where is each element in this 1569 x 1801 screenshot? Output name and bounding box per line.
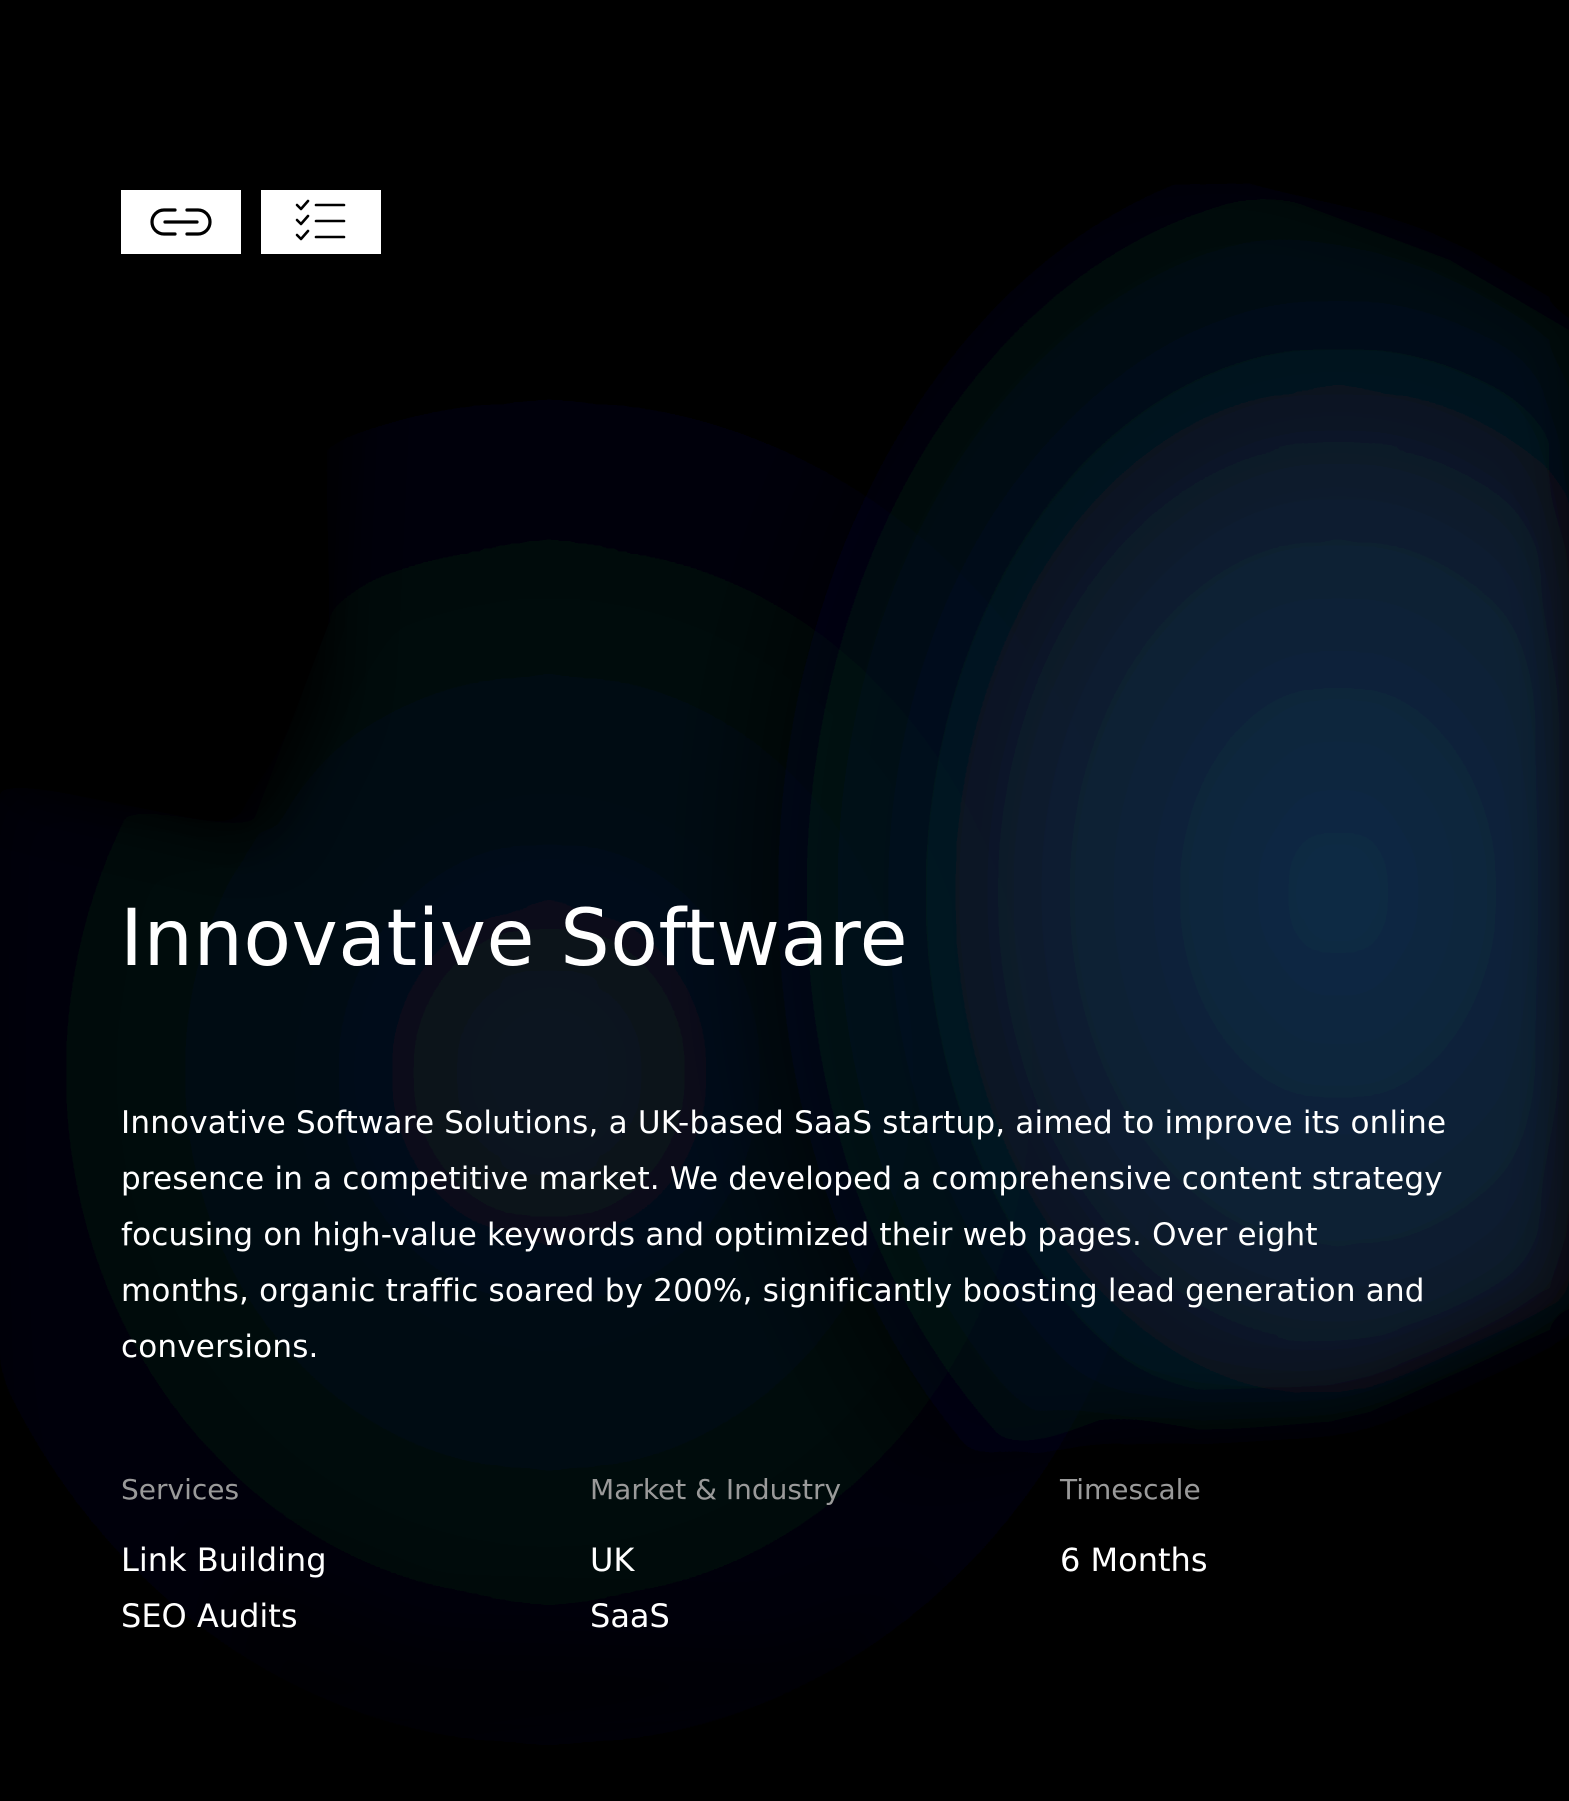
- checklist-button[interactable]: [261, 190, 381, 254]
- toolbar: [121, 190, 381, 254]
- timescale-heading: Timescale: [1060, 1473, 1201, 1506]
- market-heading: Market & Industry: [590, 1473, 842, 1506]
- page-title: Innovative Software: [120, 894, 909, 984]
- timescale-column: Timescale 6 Months: [1060, 1470, 1208, 1588]
- checklist-icon: [295, 199, 346, 241]
- timescale-item: 6 Months: [1060, 1541, 1208, 1579]
- link-icon: [150, 208, 212, 236]
- market-item: UK: [590, 1541, 635, 1579]
- market-item: SaaS: [590, 1597, 670, 1635]
- case-study-description: Innovative Software Solutions, a UK-base…: [121, 1105, 1447, 1365]
- services-list: Link Building SEO Audits: [121, 1532, 327, 1644]
- services-column: Services Link Building SEO Audits: [121, 1470, 327, 1644]
- services-heading: Services: [121, 1473, 240, 1506]
- case-study-section: Innovative Software Innovative Software …: [0, 0, 1569, 1761]
- market-list: UK SaaS: [590, 1532, 841, 1644]
- timescale-list: 6 Months: [1060, 1532, 1208, 1588]
- services-item: SEO Audits: [121, 1597, 298, 1635]
- market-column: Market & Industry UK SaaS: [590, 1470, 841, 1644]
- services-item: Link Building: [121, 1541, 327, 1579]
- link-button[interactable]: [121, 190, 241, 254]
